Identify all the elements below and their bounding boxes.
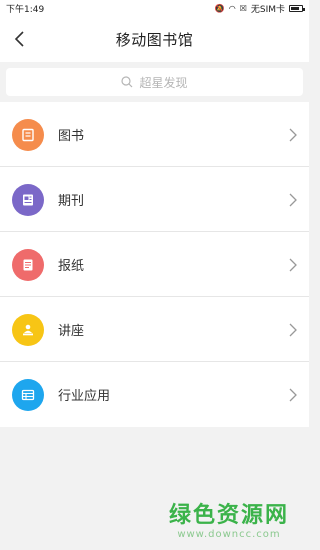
chevron-right-icon <box>281 258 305 272</box>
status-bar: 下午1:49 🔕 ◠ ☒ 无SIM卡 <box>0 0 309 17</box>
menu-item-newspapers[interactable]: 报纸 <box>0 232 309 297</box>
menu-item-journals[interactable]: 期刊 <box>0 167 309 232</box>
search-placeholder: 超星发现 <box>139 75 188 90</box>
chevron-right-icon <box>281 128 305 142</box>
chevron-right-icon <box>281 193 305 207</box>
menu-item-lectures[interactable]: 讲座 <box>0 297 309 362</box>
mute-icon: 🔕 <box>214 3 225 13</box>
menu-list: 图书 期刊 报纸 讲座 行业应用 <box>0 102 309 427</box>
watermark: 绿色资源网 www.downcc.com <box>169 497 289 540</box>
watermark-url: www.downcc.com <box>177 529 281 540</box>
chevron-right-icon <box>281 323 305 337</box>
sim-status: 无SIM卡 <box>250 5 285 15</box>
wifi-icon: ◠ <box>228 3 236 13</box>
search-area: 超星发现 <box>0 62 309 102</box>
no-sim-icon: ☒ <box>239 3 247 13</box>
menu-item-label: 期刊 <box>58 194 85 209</box>
menu-item-label: 行业应用 <box>58 389 111 404</box>
status-icons: 🔕 ◠ ☒ 无SIM卡 <box>214 2 305 15</box>
watermark-title: 绿色资源网 <box>168 503 289 528</box>
search-input[interactable]: 超星发现 <box>6 68 303 96</box>
newspaper-icon <box>12 248 44 281</box>
menu-item-label: 报纸 <box>58 259 85 274</box>
search-icon <box>121 76 133 88</box>
menu-item-industry[interactable]: 行业应用 <box>0 362 309 427</box>
menu-item-label: 图书 <box>58 129 85 144</box>
book-icon <box>12 118 44 151</box>
status-time: 下午1:49 <box>6 5 45 15</box>
chevron-right-icon <box>281 388 305 402</box>
chevron-left-icon <box>14 31 24 47</box>
page-title: 移动图书馆 <box>115 31 194 49</box>
back-button[interactable] <box>10 29 30 49</box>
app-header: 移动图书馆 <box>0 17 309 62</box>
journal-icon <box>12 183 44 216</box>
menu-item-label: 讲座 <box>58 324 85 339</box>
industry-icon <box>12 378 44 411</box>
menu-item-books[interactable]: 图书 <box>0 102 309 167</box>
lecture-icon <box>12 313 44 346</box>
battery-icon <box>289 5 305 12</box>
